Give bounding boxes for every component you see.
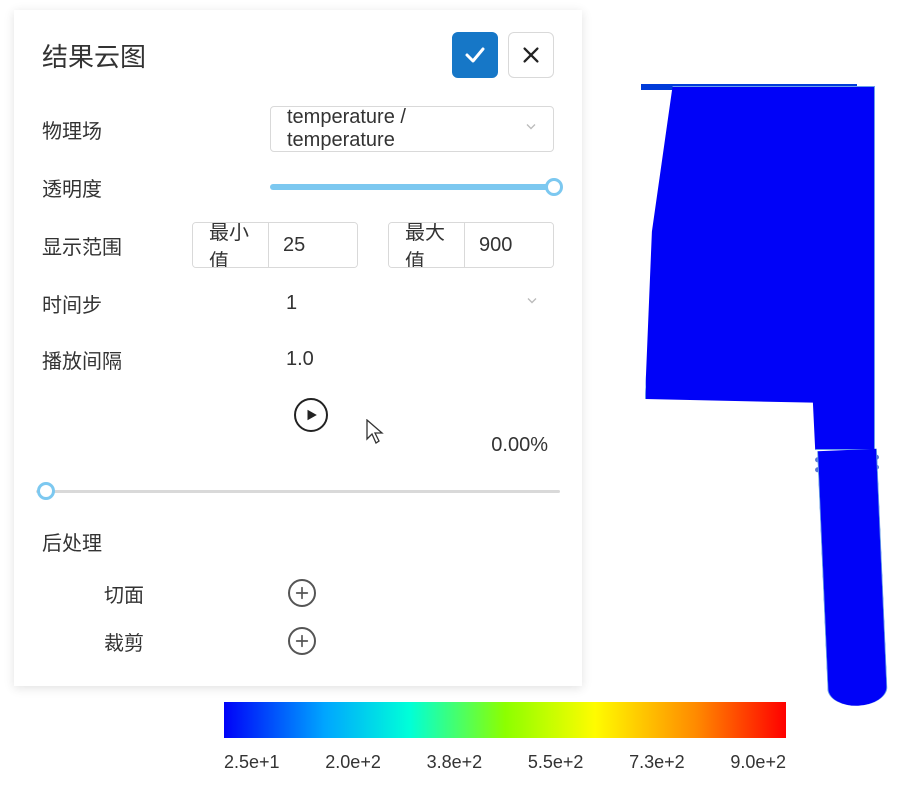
max-addon: 最大值 [389, 223, 465, 267]
min-input[interactable] [269, 223, 357, 267]
range-row: 显示范围 最小值 最大值 [42, 222, 554, 268]
results-panel: 结果云图 物理场 temperature / temperature 透明度 [14, 10, 582, 686]
physics-row: 物理场 temperature / temperature [42, 106, 554, 152]
min-input-group: 最小值 [192, 222, 358, 268]
add-clip-button[interactable] [288, 627, 316, 655]
opacity-label: 透明度 [42, 173, 192, 202]
min-addon: 最小值 [193, 223, 269, 267]
slice-label: 切面 [42, 579, 192, 608]
close-button[interactable] [508, 32, 554, 78]
timestep-select[interactable]: 1 [270, 283, 554, 323]
slice-row: 切面 [42, 574, 554, 612]
opacity-row: 透明度 [42, 166, 554, 208]
physics-select[interactable]: temperature / temperature [270, 106, 554, 152]
legend-gradient [224, 702, 786, 738]
slider-track [36, 490, 560, 493]
confirm-button[interactable] [452, 32, 498, 78]
chevron-down-icon [523, 118, 539, 141]
panel-actions [452, 32, 554, 78]
postproc-title: 后处理 [42, 527, 554, 556]
add-slice-button[interactable] [288, 579, 316, 607]
slider-handle[interactable] [37, 482, 55, 500]
opacity-slider[interactable] [270, 177, 554, 197]
legend-tick: 9.0e+2 [730, 752, 786, 773]
panel-header: 结果云图 [42, 32, 554, 78]
play-button[interactable] [294, 398, 328, 432]
model-blade [645, 86, 875, 450]
plus-icon [294, 585, 310, 601]
legend-tick: 3.8e+2 [427, 752, 483, 773]
interval-value: 1.0 [270, 348, 314, 371]
range-group: 最小值 最大值 [192, 222, 554, 268]
plus-icon [294, 633, 310, 649]
clip-row: 裁剪 [42, 622, 554, 660]
legend-ticks: 2.5e+1 2.0e+2 3.8e+2 5.5e+2 7.3e+2 9.0e+… [224, 738, 786, 773]
physics-select-value: temperature / temperature [287, 106, 513, 152]
model-handle [817, 449, 888, 707]
legend-tick: 7.3e+2 [629, 752, 685, 773]
max-input-group: 最大值 [388, 222, 554, 268]
range-label: 显示范围 [42, 231, 192, 260]
legend-tick: 5.5e+2 [528, 752, 584, 773]
interval-row: 播放间隔 1.0 [42, 338, 554, 380]
chevron-down-icon [524, 292, 540, 315]
color-legend: 2.5e+1 2.0e+2 3.8e+2 5.5e+2 7.3e+2 9.0e+… [224, 702, 786, 773]
play-row [42, 394, 554, 436]
play-icon [304, 408, 318, 422]
max-input[interactable] [465, 223, 553, 267]
timestep-row: 时间步 1 [42, 282, 554, 324]
timestep-label: 时间步 [42, 289, 192, 318]
close-icon [520, 44, 542, 66]
panel-title: 结果云图 [42, 37, 146, 74]
check-icon [463, 43, 487, 67]
legend-tick: 2.0e+2 [325, 752, 381, 773]
physics-label: 物理场 [42, 115, 192, 144]
progress-slider-row [36, 481, 560, 501]
legend-tick: 2.5e+1 [224, 752, 280, 773]
slider-handle[interactable] [545, 178, 563, 196]
interval-label: 播放间隔 [42, 345, 192, 374]
clip-label: 裁剪 [42, 627, 192, 656]
progress-text: 0.00% [42, 434, 554, 457]
timestep-value: 1 [286, 292, 297, 315]
progress-slider[interactable] [36, 481, 560, 501]
slider-track [270, 184, 554, 190]
viewport-3d[interactable] [595, 0, 915, 700]
